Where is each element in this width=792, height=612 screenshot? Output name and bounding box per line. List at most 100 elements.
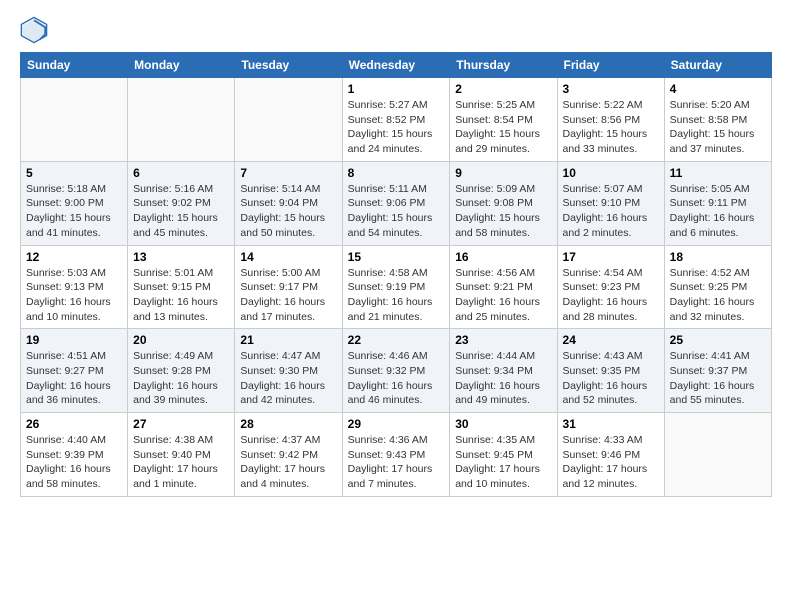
- calendar-week-row: 12 Sunrise: 5:03 AM Sunset: 9:13 PM Dayli…: [21, 245, 772, 329]
- day-number: 12: [26, 250, 122, 264]
- day-number: 2: [455, 82, 551, 96]
- calendar-header-row: SundayMondayTuesdayWednesdayThursdayFrid…: [21, 53, 772, 78]
- calendar-cell: 26 Sunrise: 4:40 AM Sunset: 9:39 PM Dayli…: [21, 413, 128, 497]
- calendar-cell: 6 Sunrise: 5:16 AM Sunset: 9:02 PM Daylig…: [128, 161, 235, 245]
- weekday-header-friday: Friday: [557, 53, 664, 78]
- day-number: 29: [348, 417, 445, 431]
- calendar-cell: [664, 413, 771, 497]
- calendar-cell: 21 Sunrise: 4:47 AM Sunset: 9:30 PM Dayli…: [235, 329, 342, 413]
- calendar-cell: 31Sunrise: 4:33 AM Sunset: 9:46 PM Dayli…: [557, 413, 664, 497]
- day-info: Sunrise: 4:40 AM Sunset: 9:39 PM Dayligh…: [26, 433, 122, 492]
- day-number: 27: [133, 417, 229, 431]
- day-number: 14: [240, 250, 336, 264]
- weekday-header-tuesday: Tuesday: [235, 53, 342, 78]
- day-number: 25: [670, 333, 766, 347]
- calendar-cell: 22 Sunrise: 4:46 AM Sunset: 9:32 PM Dayli…: [342, 329, 450, 413]
- day-info: Sunrise: 5:16 AM Sunset: 9:02 PM Dayligh…: [133, 182, 229, 241]
- calendar-cell: 16Sunrise: 4:56 AM Sunset: 9:21 PM Dayli…: [450, 245, 557, 329]
- calendar-week-row: 5 Sunrise: 5:18 AM Sunset: 9:00 PM Daylig…: [21, 161, 772, 245]
- calendar-cell: 29 Sunrise: 4:36 AM Sunset: 9:43 PM Dayli…: [342, 413, 450, 497]
- logo: [20, 16, 52, 44]
- day-number: 5: [26, 166, 122, 180]
- day-info: Sunrise: 4:41 AM Sunset: 9:37 PM Dayligh…: [670, 349, 766, 408]
- calendar-cell: 9 Sunrise: 5:09 AM Sunset: 9:08 PM Daylig…: [450, 161, 557, 245]
- day-info: Sunrise: 4:44 AM Sunset: 9:34 PM Dayligh…: [455, 349, 551, 408]
- calendar-cell: 28 Sunrise: 4:37 AM Sunset: 9:42 PM Dayli…: [235, 413, 342, 497]
- calendar-cell: 25 Sunrise: 4:41 AM Sunset: 9:37 PM Dayli…: [664, 329, 771, 413]
- day-number: 9: [455, 166, 551, 180]
- day-info: Sunrise: 5:27 AM Sunset: 8:52 PM Dayligh…: [348, 98, 445, 157]
- day-info: Sunrise: 5:20 AM Sunset: 8:58 PM Dayligh…: [670, 98, 766, 157]
- calendar-cell: 20 Sunrise: 4:49 AM Sunset: 9:28 PM Dayli…: [128, 329, 235, 413]
- calendar-cell: 13 Sunrise: 5:01 AM Sunset: 9:15 PM Dayli…: [128, 245, 235, 329]
- day-info: Sunrise: 4:47 AM Sunset: 9:30 PM Dayligh…: [240, 349, 336, 408]
- calendar-cell: 30Sunrise: 4:35 AM Sunset: 9:45 PM Dayli…: [450, 413, 557, 497]
- day-number: 18: [670, 250, 766, 264]
- day-number: 17: [563, 250, 659, 264]
- calendar-cell: 10Sunrise: 5:07 AM Sunset: 9:10 PM Dayli…: [557, 161, 664, 245]
- day-number: 6: [133, 166, 229, 180]
- day-number: 21: [240, 333, 336, 347]
- calendar-cell: [235, 78, 342, 162]
- day-number: 26: [26, 417, 122, 431]
- calendar-cell: 7 Sunrise: 5:14 AM Sunset: 9:04 PM Daylig…: [235, 161, 342, 245]
- day-info: Sunrise: 5:11 AM Sunset: 9:06 PM Dayligh…: [348, 182, 445, 241]
- weekday-header-wednesday: Wednesday: [342, 53, 450, 78]
- calendar-cell: 3 Sunrise: 5:22 AM Sunset: 8:56 PM Daylig…: [557, 78, 664, 162]
- calendar-cell: 2 Sunrise: 5:25 AM Sunset: 8:54 PM Daylig…: [450, 78, 557, 162]
- day-info: Sunrise: 5:22 AM Sunset: 8:56 PM Dayligh…: [563, 98, 659, 157]
- calendar-cell: 15 Sunrise: 4:58 AM Sunset: 9:19 PM Dayli…: [342, 245, 450, 329]
- day-info: Sunrise: 5:00 AM Sunset: 9:17 PM Dayligh…: [240, 266, 336, 325]
- weekday-header-saturday: Saturday: [664, 53, 771, 78]
- day-info: Sunrise: 5:05 AM Sunset: 9:11 PM Dayligh…: [670, 182, 766, 241]
- day-number: 16: [455, 250, 551, 264]
- day-number: 20: [133, 333, 229, 347]
- calendar-cell: 12 Sunrise: 5:03 AM Sunset: 9:13 PM Dayli…: [21, 245, 128, 329]
- day-number: 1: [348, 82, 445, 96]
- day-info: Sunrise: 4:37 AM Sunset: 9:42 PM Dayligh…: [240, 433, 336, 492]
- day-number: 8: [348, 166, 445, 180]
- weekday-header-monday: Monday: [128, 53, 235, 78]
- calendar-cell: 14 Sunrise: 5:00 AM Sunset: 9:17 PM Dayli…: [235, 245, 342, 329]
- day-number: 30: [455, 417, 551, 431]
- calendar-cell: 8 Sunrise: 5:11 AM Sunset: 9:06 PM Daylig…: [342, 161, 450, 245]
- day-info: Sunrise: 5:09 AM Sunset: 9:08 PM Dayligh…: [455, 182, 551, 241]
- day-number: 3: [563, 82, 659, 96]
- calendar-cell: 11Sunrise: 5:05 AM Sunset: 9:11 PM Dayli…: [664, 161, 771, 245]
- day-number: 28: [240, 417, 336, 431]
- day-info: Sunrise: 4:46 AM Sunset: 9:32 PM Dayligh…: [348, 349, 445, 408]
- day-info: Sunrise: 4:33 AM Sunset: 9:46 PM Dayligh…: [563, 433, 659, 492]
- calendar-cell: 5 Sunrise: 5:18 AM Sunset: 9:00 PM Daylig…: [21, 161, 128, 245]
- day-number: 19: [26, 333, 122, 347]
- calendar-cell: 18 Sunrise: 4:52 AM Sunset: 9:25 PM Dayli…: [664, 245, 771, 329]
- calendar-cell: 1 Sunrise: 5:27 AM Sunset: 8:52 PM Daylig…: [342, 78, 450, 162]
- calendar-cell: [21, 78, 128, 162]
- day-info: Sunrise: 4:43 AM Sunset: 9:35 PM Dayligh…: [563, 349, 659, 408]
- calendar-week-row: 1 Sunrise: 5:27 AM Sunset: 8:52 PM Daylig…: [21, 78, 772, 162]
- day-info: Sunrise: 4:36 AM Sunset: 9:43 PM Dayligh…: [348, 433, 445, 492]
- calendar-cell: 4 Sunrise: 5:20 AM Sunset: 8:58 PM Daylig…: [664, 78, 771, 162]
- weekday-header-thursday: Thursday: [450, 53, 557, 78]
- day-info: Sunrise: 5:25 AM Sunset: 8:54 PM Dayligh…: [455, 98, 551, 157]
- weekday-header-sunday: Sunday: [21, 53, 128, 78]
- day-info: Sunrise: 5:18 AM Sunset: 9:00 PM Dayligh…: [26, 182, 122, 241]
- day-info: Sunrise: 4:52 AM Sunset: 9:25 PM Dayligh…: [670, 266, 766, 325]
- day-info: Sunrise: 4:54 AM Sunset: 9:23 PM Dayligh…: [563, 266, 659, 325]
- day-number: 22: [348, 333, 445, 347]
- day-info: Sunrise: 4:58 AM Sunset: 9:19 PM Dayligh…: [348, 266, 445, 325]
- day-info: Sunrise: 5:14 AM Sunset: 9:04 PM Dayligh…: [240, 182, 336, 241]
- logo-icon: [20, 16, 48, 44]
- day-info: Sunrise: 5:07 AM Sunset: 9:10 PM Dayligh…: [563, 182, 659, 241]
- calendar-week-row: 26 Sunrise: 4:40 AM Sunset: 9:39 PM Dayli…: [21, 413, 772, 497]
- day-number: 13: [133, 250, 229, 264]
- day-number: 15: [348, 250, 445, 264]
- day-info: Sunrise: 5:03 AM Sunset: 9:13 PM Dayligh…: [26, 266, 122, 325]
- day-number: 7: [240, 166, 336, 180]
- day-info: Sunrise: 5:01 AM Sunset: 9:15 PM Dayligh…: [133, 266, 229, 325]
- day-number: 24: [563, 333, 659, 347]
- page-header: [20, 16, 772, 44]
- calendar-cell: 23Sunrise: 4:44 AM Sunset: 9:34 PM Dayli…: [450, 329, 557, 413]
- day-info: Sunrise: 4:49 AM Sunset: 9:28 PM Dayligh…: [133, 349, 229, 408]
- calendar-cell: 17 Sunrise: 4:54 AM Sunset: 9:23 PM Dayli…: [557, 245, 664, 329]
- day-number: 4: [670, 82, 766, 96]
